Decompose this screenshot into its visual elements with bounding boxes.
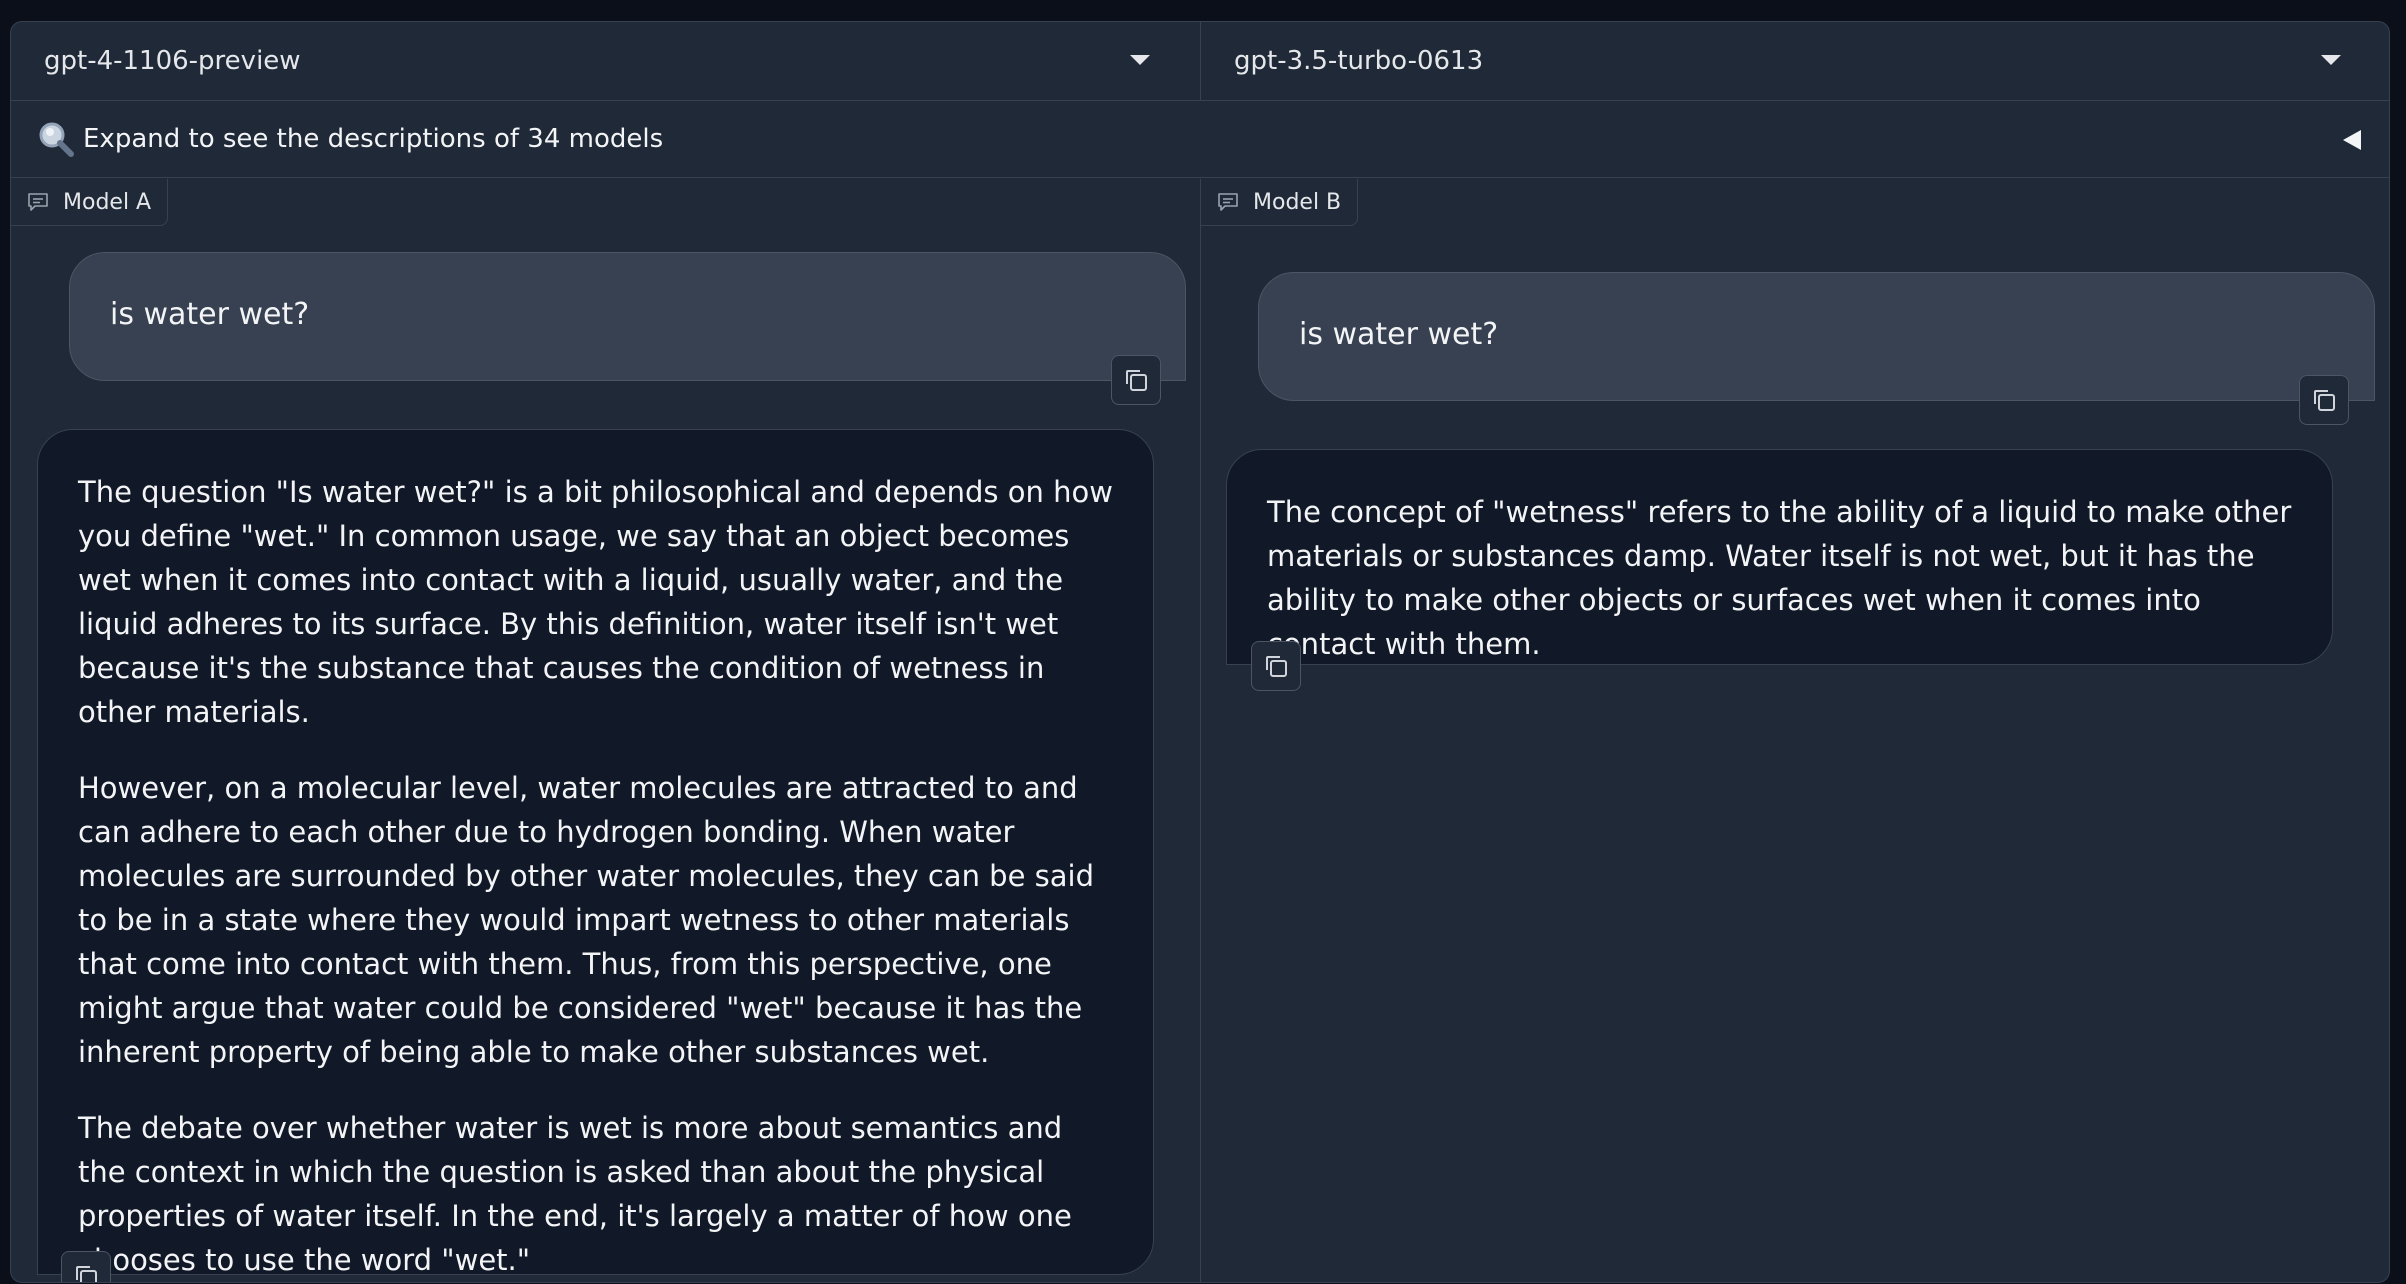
- bot-message-text: The concept of "wetness" refers to the a…: [1267, 490, 2297, 666]
- user-message: is water wet?: [69, 252, 1186, 381]
- copy-button[interactable]: [2299, 375, 2349, 425]
- user-message: is water wet?: [1258, 272, 2375, 401]
- model-b-panel: Model B is water wet? The concept of "we…: [1201, 179, 2389, 1282]
- arena-frame: gpt-4-1106-preview gpt-3.5-turbo-0613 Ex…: [10, 21, 2390, 1283]
- copy-button[interactable]: [1251, 641, 1301, 691]
- model-b-selector[interactable]: gpt-3.5-turbo-0613: [1201, 22, 2389, 100]
- copy-icon: [1126, 370, 1147, 391]
- model-a-selected: gpt-4-1106-preview: [44, 46, 301, 76]
- chat-bubble-icon: [28, 193, 48, 211]
- triangle-left-icon[interactable]: [2343, 130, 2361, 150]
- bot-message-text: The question "Is water wet?" is a bit ph…: [78, 470, 1118, 1282]
- model-b-label: Model B: [1201, 179, 1359, 226]
- bot-paragraph: The concept of "wetness" refers to the a…: [1267, 495, 2292, 661]
- copy-button[interactable]: [61, 1251, 111, 1282]
- copy-icon: [2314, 390, 2335, 411]
- chevron-down-icon: [1130, 55, 1150, 65]
- model-a-selector[interactable]: gpt-4-1106-preview: [11, 22, 1201, 100]
- model-a-panel: Model A is water wet? The question "Is w…: [11, 179, 1201, 1282]
- bot-paragraph: However, on a molecular level, water mol…: [78, 771, 1094, 1069]
- copy-button[interactable]: [1111, 355, 1161, 405]
- chat-bubble-icon: [1218, 193, 1238, 211]
- panel-label-text: Model B: [1253, 189, 1342, 215]
- model-a-label: Model A: [11, 179, 169, 226]
- accordion-label: Expand to see the descriptions of 34 mod…: [83, 123, 664, 154]
- copy-icon: [76, 1266, 97, 1282]
- copy-icon: [1266, 656, 1287, 677]
- user-message-text: is water wet?: [110, 297, 310, 332]
- bot-paragraph: The question "Is water wet?" is a bit ph…: [78, 475, 1113, 729]
- chevron-down-icon: [2321, 55, 2341, 65]
- model-selector-row: gpt-4-1106-preview gpt-3.5-turbo-0613: [11, 22, 2389, 101]
- bot-paragraph: The debate over whether water is wet is …: [78, 1111, 1072, 1277]
- model-descriptions-accordion[interactable]: Expand to see the descriptions of 34 mod…: [11, 100, 2389, 178]
- model-b-selected: gpt-3.5-turbo-0613: [1234, 46, 1484, 76]
- bot-message: The concept of "wetness" refers to the a…: [1226, 449, 2333, 665]
- user-message-text: is water wet?: [1299, 317, 1499, 352]
- panel-label-text: Model A: [63, 189, 152, 215]
- bot-message: The question "Is water wet?" is a bit ph…: [37, 429, 1154, 1277]
- magnifier-icon: [39, 122, 74, 157]
